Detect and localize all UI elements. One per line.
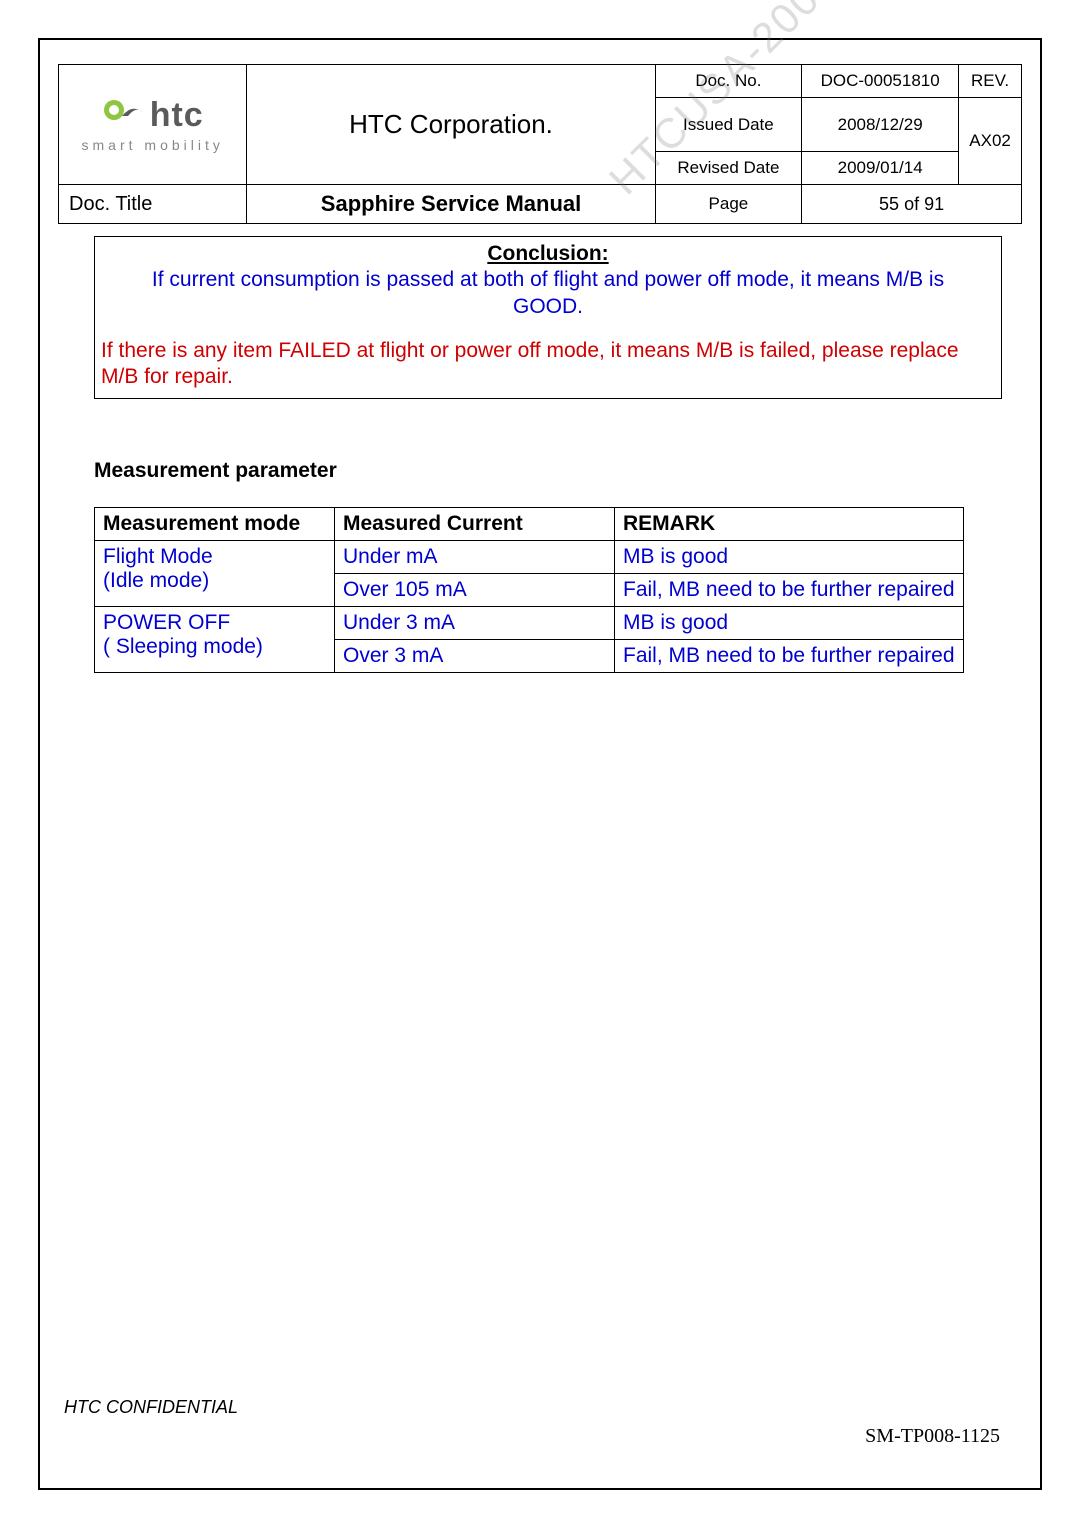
tagline: smart mobility: [82, 137, 224, 153]
issued-value: 2008/12/29: [802, 98, 959, 152]
conclusion-box: Conclusion: If current consumption is pa…: [94, 236, 1002, 399]
measurement-table: Measurement mode Measured Current REMARK…: [94, 507, 964, 673]
section-heading: Measurement parameter: [94, 459, 1022, 483]
footer-docref: SM-TP008-1125: [865, 1425, 1000, 1448]
meas-remark-1: Fail, MB need to be further repaired: [615, 574, 964, 607]
logo-icon: [102, 96, 144, 135]
page-frame: HTCUSA-2009 htc smart: [38, 38, 1042, 1490]
docno-label: Doc. No.: [655, 65, 802, 98]
meas-remark-3: Fail, MB need to be further repaired: [615, 640, 964, 673]
conclusion-title: Conclusion:: [101, 241, 995, 267]
doctitle-value: Sapphire Service Manual: [247, 185, 655, 224]
footer-confidential: HTC CONFIDENTIAL: [64, 1397, 238, 1418]
meas-current-1: Over 105 mA: [335, 574, 615, 607]
doctitle-label: Doc. Title: [59, 185, 247, 224]
issued-label: Issued Date: [655, 98, 802, 152]
page-value: 55 of 91: [802, 185, 1022, 224]
meas-header-remark: REMARK: [615, 508, 964, 541]
meas-current-2: Under 3 mA: [335, 607, 615, 640]
brand-text: htc: [150, 96, 204, 135]
docno-value: DOC-00051810: [802, 65, 959, 98]
conclusion-line2: If there is any item FAILED at flight or…: [101, 338, 995, 391]
meas-header-mode: Measurement mode: [95, 508, 335, 541]
conclusion-line1b: GOOD.: [101, 294, 995, 320]
revised-value: 2009/01/14: [802, 152, 959, 185]
meas-mode-poweroff: POWER OFF ( Sleeping mode): [95, 607, 335, 673]
header-table: htc smart mobility HTC Corporation. Doc.…: [58, 64, 1022, 224]
rev-value: AX02: [959, 98, 1022, 185]
meas-current-0: Under mA: [335, 541, 615, 574]
rev-header: REV.: [959, 65, 1022, 98]
conclusion-line1: If current consumption is passed at both…: [101, 267, 995, 293]
meas-remark-0: MB is good: [615, 541, 964, 574]
meas-remark-2: MB is good: [615, 607, 964, 640]
page-label: Page: [655, 185, 802, 224]
meas-mode-flight: Flight Mode (Idle mode): [95, 541, 335, 607]
meas-header-current: Measured Current: [335, 508, 615, 541]
revised-label: Revised Date: [655, 152, 802, 185]
company-name: HTC Corporation.: [247, 65, 655, 185]
logo-cell: htc smart mobility: [59, 65, 247, 185]
meas-current-3: Over 3 mA: [335, 640, 615, 673]
